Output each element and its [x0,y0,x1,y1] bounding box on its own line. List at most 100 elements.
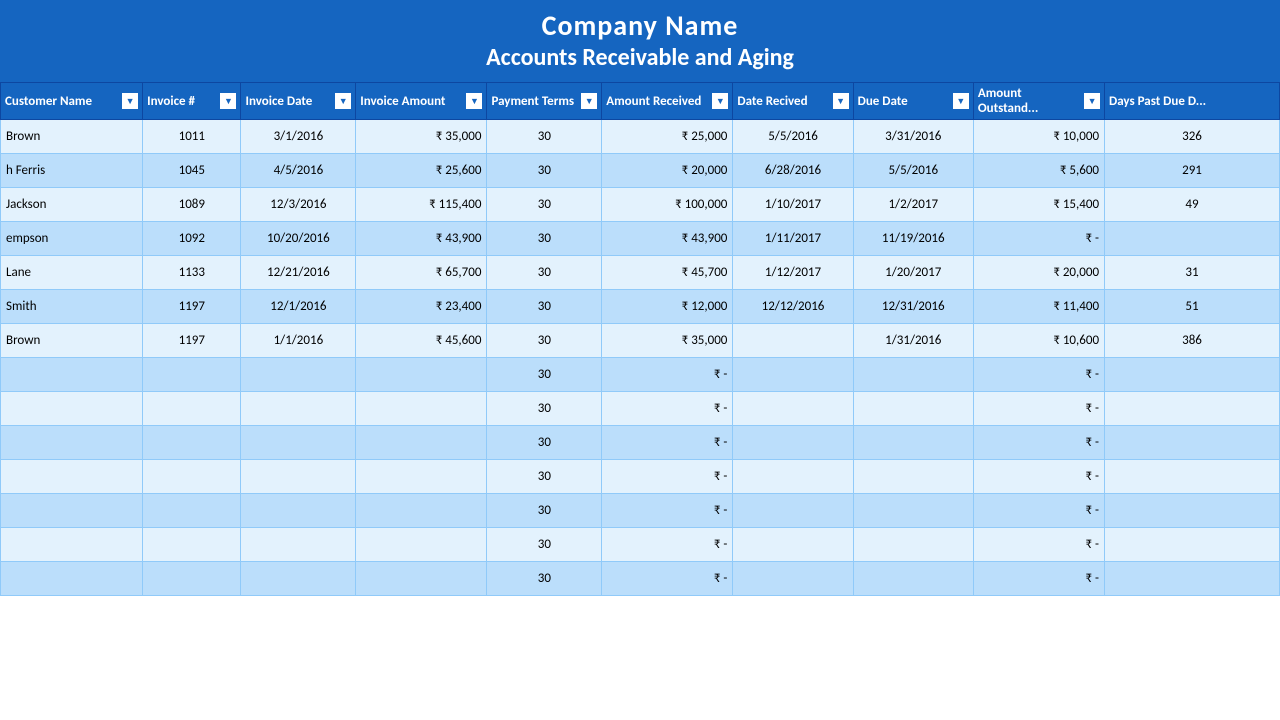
cell-amount_received: ₹ 35,000 [602,324,733,358]
cell-invoice_date [241,562,356,596]
cell-invoice_amount: ₹ 43,900 [356,222,487,256]
cell-invoice_num: 1197 [143,324,241,358]
col-label-due_date: Due Date [858,94,951,109]
col-header-amount_outstanding[interactable]: Amount Outstand...▼ [973,83,1104,120]
cell-invoice_date [241,392,356,426]
col-label-amount_received: Amount Received [606,94,710,109]
cell-invoice_date: 12/21/2016 [241,256,356,290]
col-header-date_received[interactable]: Date Recived▼ [733,83,853,120]
dropdown-arrow-amount_outstanding[interactable]: ▼ [1084,93,1100,109]
cell-customer: Brown [1,324,143,358]
cell-amount_received: ₹ 45,700 [602,256,733,290]
subtitle: Accounts Receivable and Aging [0,43,1280,78]
cell-amount_received: ₹ 20,000 [602,154,733,188]
cell-customer: Smith [1,290,143,324]
cell-days_past_due [1105,528,1280,562]
cell-invoice_num [143,494,241,528]
cell-payment_terms: 30 [487,120,602,154]
dropdown-arrow-due_date[interactable]: ▼ [953,93,969,109]
cell-invoice_amount: ₹ 115,400 [356,188,487,222]
cell-customer [1,460,143,494]
dropdown-arrow-invoice_date[interactable]: ▼ [335,93,351,109]
table-row: 30₹ -₹ - [1,460,1280,494]
cell-days_past_due: 51 [1105,290,1280,324]
col-label-payment_terms: Payment Terms [491,94,579,109]
accounts-table: Customer Name▼Invoice #▼Invoice Date▼Inv… [0,82,1280,596]
cell-invoice_num [143,358,241,392]
col-header-customer[interactable]: Customer Name▼ [1,83,143,120]
table-row: empson109210/20/2016₹ 43,90030₹ 43,9001/… [1,222,1280,256]
cell-days_past_due: 386 [1105,324,1280,358]
cell-due_date: 3/31/2016 [853,120,973,154]
cell-invoice_date: 12/3/2016 [241,188,356,222]
col-header-due_date[interactable]: Due Date▼ [853,83,973,120]
table-row: Brown11971/1/2016₹ 45,60030₹ 35,0001/31/… [1,324,1280,358]
cell-invoice_amount [356,460,487,494]
cell-customer: Jackson [1,188,143,222]
cell-customer [1,562,143,596]
cell-invoice_num [143,460,241,494]
cell-payment_terms: 30 [487,154,602,188]
cell-invoice_amount [356,392,487,426]
cell-amount_received: ₹ 100,000 [602,188,733,222]
cell-date_received [733,426,853,460]
col-header-invoice_num[interactable]: Invoice #▼ [143,83,241,120]
dropdown-arrow-customer[interactable]: ▼ [122,93,138,109]
cell-payment_terms: 30 [487,494,602,528]
cell-invoice_date [241,494,356,528]
cell-invoice_amount [356,528,487,562]
cell-invoice_amount [356,494,487,528]
table-row: Lane113312/21/2016₹ 65,70030₹ 45,7001/12… [1,256,1280,290]
dropdown-arrow-invoice_num[interactable]: ▼ [220,93,236,109]
cell-amount_outstanding: ₹ - [973,460,1104,494]
cell-amount_received: ₹ 25,000 [602,120,733,154]
table-row: 30₹ -₹ - [1,528,1280,562]
col-header-invoice_amount[interactable]: Invoice Amount▼ [356,83,487,120]
cell-due_date: 12/31/2016 [853,290,973,324]
cell-days_past_due: 49 [1105,188,1280,222]
cell-days_past_due: 291 [1105,154,1280,188]
dropdown-arrow-date_received[interactable]: ▼ [833,93,849,109]
cell-days_past_due [1105,494,1280,528]
cell-customer [1,358,143,392]
col-header-amount_received[interactable]: Amount Received▼ [602,83,733,120]
table-row: Jackson108912/3/2016₹ 115,40030₹ 100,000… [1,188,1280,222]
table-row: Smith119712/1/2016₹ 23,40030₹ 12,00012/1… [1,290,1280,324]
cell-date_received: 1/12/2017 [733,256,853,290]
cell-due_date [853,358,973,392]
cell-payment_terms: 30 [487,256,602,290]
cell-amount_received: ₹ 12,000 [602,290,733,324]
cell-payment_terms: 30 [487,324,602,358]
cell-amount_outstanding: ₹ 20,000 [973,256,1104,290]
cell-days_past_due [1105,358,1280,392]
cell-amount_received: ₹ - [602,528,733,562]
cell-date_received: 1/10/2017 [733,188,853,222]
cell-invoice_num [143,528,241,562]
col-label-date_received: Date Recived [737,94,830,109]
cell-payment_terms: 30 [487,188,602,222]
cell-due_date: 5/5/2016 [853,154,973,188]
col-label-days_past_due: Days Past Due D... [1109,94,1275,109]
col-label-invoice_date: Invoice Date [245,94,333,109]
cell-amount_received: ₹ - [602,494,733,528]
table-row: 30₹ -₹ - [1,358,1280,392]
cell-payment_terms: 30 [487,392,602,426]
table-row: 30₹ -₹ - [1,562,1280,596]
table-row: 30₹ -₹ - [1,494,1280,528]
cell-invoice_num [143,426,241,460]
col-header-invoice_date[interactable]: Invoice Date▼ [241,83,356,120]
dropdown-arrow-amount_received[interactable]: ▼ [712,93,728,109]
cell-invoice_date: 3/1/2016 [241,120,356,154]
cell-customer [1,494,143,528]
cell-invoice_date [241,426,356,460]
cell-days_past_due [1105,460,1280,494]
header-section: Company Name Accounts Receivable and Agi… [0,0,1280,82]
dropdown-arrow-payment_terms[interactable]: ▼ [581,93,597,109]
cell-days_past_due: 326 [1105,120,1280,154]
cell-payment_terms: 30 [487,562,602,596]
cell-due_date: 11/19/2016 [853,222,973,256]
col-header-payment_terms[interactable]: Payment Terms▼ [487,83,602,120]
cell-days_past_due [1105,562,1280,596]
dropdown-arrow-invoice_amount[interactable]: ▼ [466,93,482,109]
cell-due_date [853,528,973,562]
